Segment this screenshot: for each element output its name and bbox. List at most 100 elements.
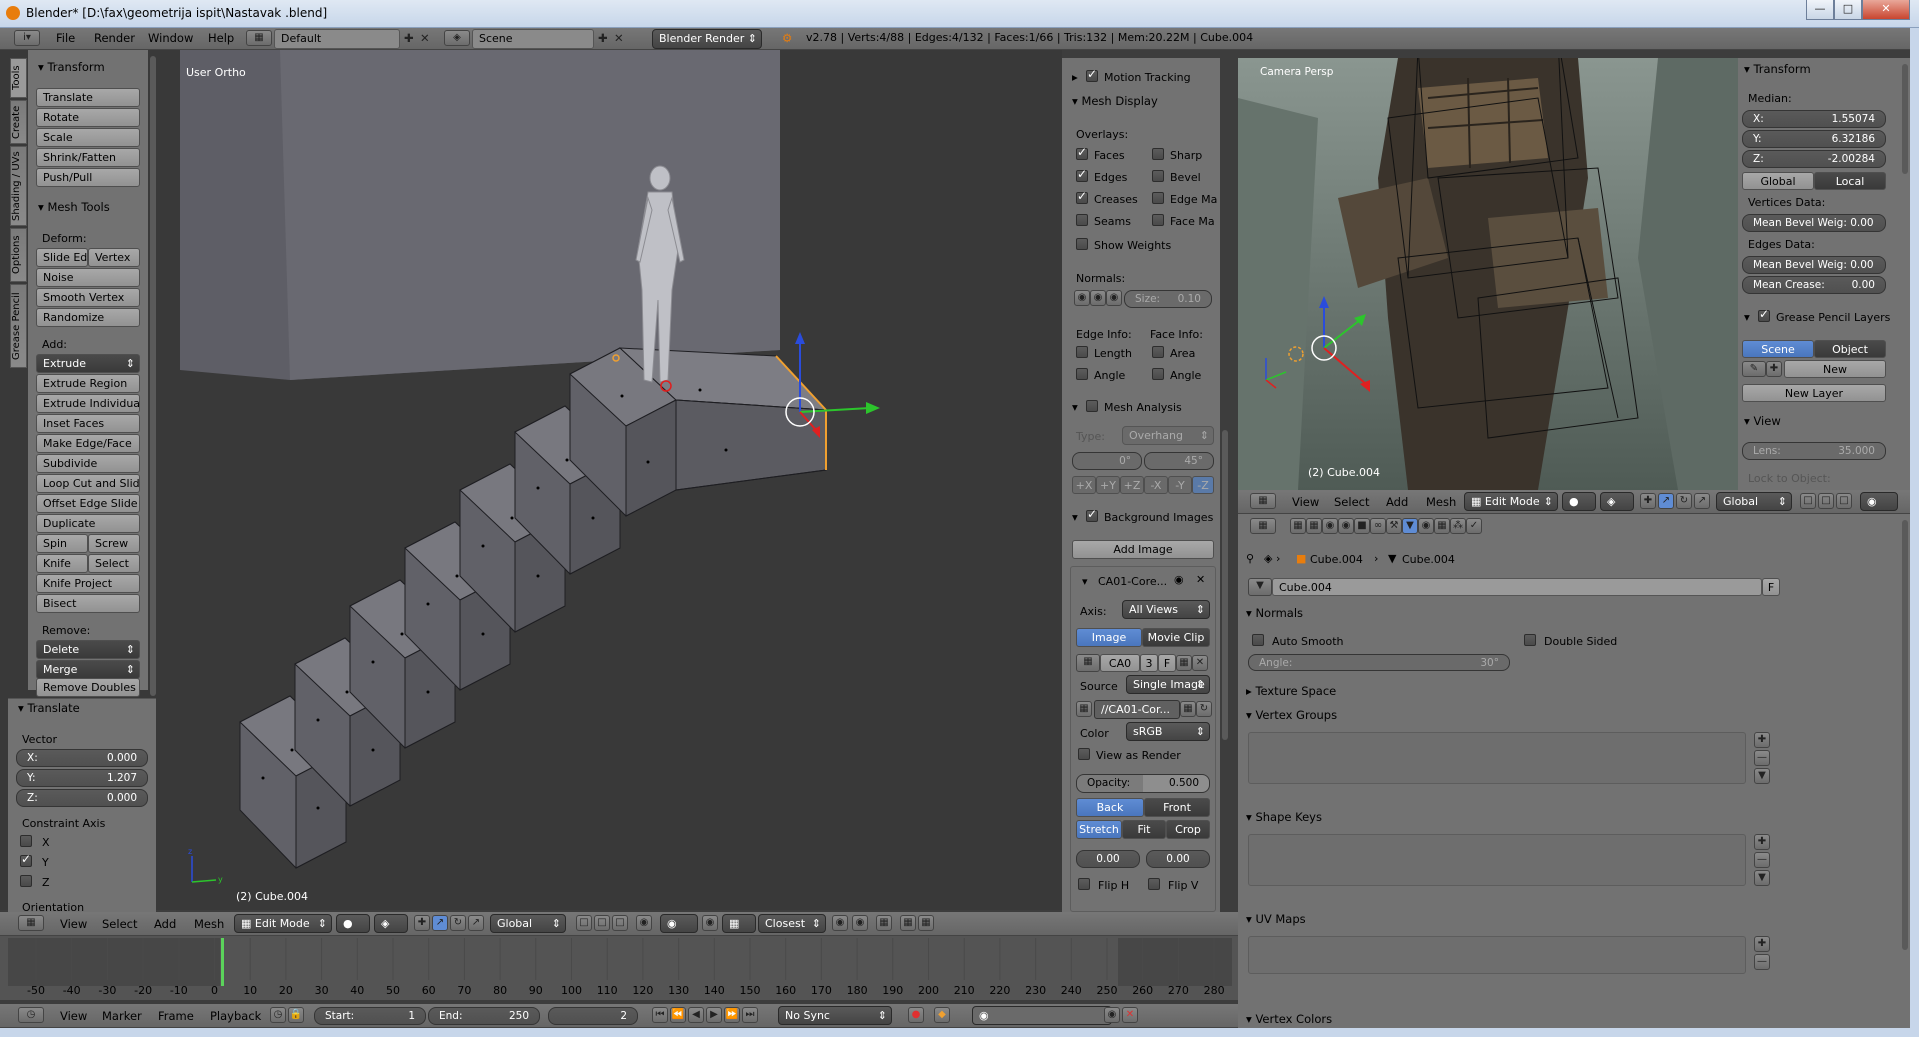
left-align-rotation-icon[interactable]: ◉: [832, 915, 848, 931]
mesh-analysis-header[interactable]: ▾: [1072, 400, 1078, 414]
current-frame-field[interactable]: 2: [548, 1007, 638, 1025]
edge-angle-checkbox[interactable]: [1076, 368, 1088, 380]
face-marks-checkbox[interactable]: [1152, 214, 1164, 226]
axis-plus-x[interactable]: +X: [1072, 476, 1096, 494]
axis-plus-y[interactable]: +Y: [1096, 476, 1120, 494]
remove-screen-icon[interactable]: ✕: [420, 28, 430, 48]
left-mode-dropdown[interactable]: ▦ Edit Mode ⇕: [234, 914, 332, 933]
slide-edge-button[interactable]: Slide Ed: [36, 248, 88, 267]
play-icon[interactable]: ▶: [706, 1007, 722, 1023]
tool-shelf-scrollbar[interactable]: [150, 56, 156, 696]
flip-h-checkbox[interactable]: [1078, 878, 1090, 890]
particles-tab-icon[interactable]: ⁂: [1450, 518, 1466, 534]
n-panel-right-scrollbar[interactable]: [1902, 64, 1908, 174]
randomize-button[interactable]: Randomize: [36, 308, 140, 327]
right-scale-icon[interactable]: ↗: [1694, 493, 1710, 509]
timeline-menu-frame[interactable]: Frame: [158, 1006, 194, 1026]
left-orientation-dropdown[interactable]: Global ⇕: [490, 914, 566, 933]
end-frame-field[interactable]: End: 250: [428, 1007, 540, 1025]
push-pull-button[interactable]: Push/Pull: [36, 168, 140, 187]
operator-title[interactable]: ▾ Translate: [18, 701, 80, 715]
split-normal-icon[interactable]: ◉: [1090, 290, 1106, 306]
add-image-button[interactable]: Add Image: [1072, 540, 1214, 559]
axis-minus-z[interactable]: -Z: [1192, 476, 1214, 494]
knife-select-button[interactable]: Select: [88, 554, 140, 573]
timeline-menu-view[interactable]: View: [60, 1006, 87, 1026]
bevel-checkbox[interactable]: [1152, 170, 1164, 182]
flip-v-checkbox[interactable]: [1148, 878, 1160, 890]
right-rotate-icon[interactable]: ↻: [1676, 493, 1692, 509]
uv-maps-list[interactable]: [1248, 936, 1746, 974]
pin-icon[interactable]: ⚲: [1246, 552, 1254, 565]
remove-scene-icon[interactable]: ✕: [614, 28, 624, 48]
left-render-icon[interactable]: ▦: [876, 915, 892, 931]
left-menu-select[interactable]: Select: [102, 914, 137, 934]
motion-tracking-checkbox[interactable]: [1086, 67, 1098, 82]
transform-panel-title[interactable]: ▾ Transform: [38, 60, 105, 74]
vector-x-field[interactable]: X: 0.000: [16, 749, 148, 767]
subdivide-button[interactable]: Subdivide: [36, 454, 140, 473]
modifiers-tab-icon[interactable]: ⚒: [1386, 518, 1402, 534]
constraints-tab-icon[interactable]: ∞: [1370, 518, 1386, 534]
left-vertex-select-icon[interactable]: □: [594, 915, 610, 931]
fit-toggle[interactable]: Fit: [1122, 820, 1166, 839]
view-panel-header[interactable]: ▾ View: [1744, 414, 1781, 428]
left-menu-add[interactable]: Add: [154, 914, 176, 934]
left-edge-select-icon[interactable]: □: [612, 915, 628, 931]
normals-panel-header[interactable]: ▾ Normals: [1246, 606, 1303, 620]
left-rotate-icon[interactable]: ↻: [450, 915, 466, 931]
add-vertex-group-icon[interactable]: ✚: [1754, 732, 1770, 748]
local-toggle[interactable]: Local: [1814, 172, 1886, 190]
edge-bevel-weight-field[interactable]: Mean Bevel Weig: 0.00: [1742, 256, 1886, 274]
sharp-checkbox[interactable]: [1152, 148, 1164, 160]
render-engine-dropdown[interactable]: Blender Render ⇕: [652, 29, 762, 49]
mesh-datablock-field[interactable]: Cube.004: [1272, 578, 1762, 596]
physics-tab-icon[interactable]: ✓: [1466, 518, 1482, 534]
left-occlude-icon[interactable]: ◉: [636, 915, 652, 931]
back-toggle[interactable]: Back: [1076, 798, 1144, 817]
scene-icon[interactable]: ◈: [444, 30, 470, 46]
image-browse-icon[interactable]: ▦: [1076, 654, 1100, 672]
global-toggle[interactable]: Global: [1742, 172, 1814, 190]
add-shape-key-icon[interactable]: ✚: [1754, 834, 1770, 850]
mesh-data-tab-icon[interactable]: ▼: [1402, 518, 1418, 534]
stretch-toggle[interactable]: Stretch: [1076, 820, 1122, 839]
remove-vertex-group-icon[interactable]: —: [1754, 750, 1770, 766]
spin-button[interactable]: Spin: [36, 534, 88, 553]
vertex-group-menu-icon[interactable]: ▼: [1754, 768, 1770, 784]
menu-help[interactable]: Help: [208, 28, 234, 48]
offset-y-field[interactable]: 0.00: [1146, 850, 1210, 868]
constraint-x-checkbox[interactable]: [20, 835, 32, 847]
length-checkbox[interactable]: [1076, 346, 1088, 358]
right-mode-dropdown[interactable]: ▦ Edit Mode ⇕: [1464, 492, 1558, 511]
unlink-image-icon[interactable]: ✕: [1192, 655, 1208, 671]
translate-button[interactable]: Translate: [36, 88, 140, 107]
movie-clip-tab[interactable]: Movie Clip: [1142, 628, 1210, 647]
eye-icon[interactable]: ◉: [1174, 573, 1184, 586]
constraint-y-checkbox[interactable]: [20, 852, 32, 867]
median-y-field[interactable]: Y: 6.32186: [1742, 130, 1886, 148]
left-manipulator-icon[interactable]: ✚: [414, 915, 430, 931]
menu-file[interactable]: File: [56, 28, 75, 48]
image-users-count[interactable]: 3: [1140, 654, 1158, 672]
right-menu-view[interactable]: View: [1292, 492, 1319, 512]
grease-new-button[interactable]: New: [1784, 360, 1886, 378]
right-orientation-dropdown[interactable]: Global ⇕: [1716, 492, 1792, 511]
front-toggle[interactable]: Front: [1144, 798, 1210, 817]
view-as-render-checkbox[interactable]: [1078, 748, 1090, 760]
right-shading-dropdown[interactable]: ●: [1562, 492, 1596, 511]
axis-dropdown[interactable]: All Views ⇕: [1122, 600, 1210, 619]
axis-minus-y[interactable]: -Y: [1168, 476, 1192, 494]
normal-size-field[interactable]: Size: 0.10: [1124, 290, 1212, 308]
vertex-colors-header[interactable]: ▾ Vertex Colors: [1246, 1012, 1332, 1026]
grease-pencil-header[interactable]: ▾: [1744, 310, 1750, 324]
face-angle-checkbox[interactable]: [1152, 368, 1164, 380]
left-snap-target-dropdown[interactable]: Closest ⇕: [758, 914, 826, 933]
area-checkbox[interactable]: [1152, 346, 1164, 358]
overhang-max-field[interactable]: 45°: [1144, 452, 1214, 470]
timeline-editor-icon[interactable]: ◷: [18, 1007, 44, 1023]
shape-key-menu-icon[interactable]: ▼: [1754, 870, 1770, 886]
right-menu-mesh[interactable]: Mesh: [1426, 492, 1456, 512]
preview-range-icon[interactable]: ◷: [270, 1007, 286, 1023]
tab-shading-uvs[interactable]: Shading / UVs: [10, 146, 27, 226]
